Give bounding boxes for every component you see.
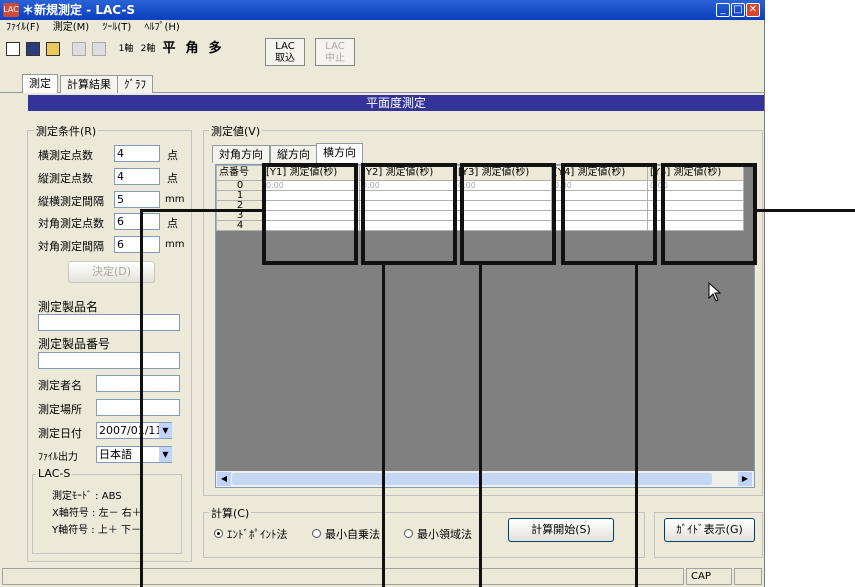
row-number: 1 [216,190,264,201]
tab-graph[interactable]: ｸﾞﾗﾌ [117,75,153,93]
highlight-box-y1 [262,163,358,265]
place-label: 測定場所 [38,403,82,416]
radio-endpoint[interactable] [214,529,223,538]
tab-calc-result[interactable]: 計算結果 [60,75,118,93]
cond-label: 縦横測定間隔 [38,195,104,208]
cond-unit: 点 [167,217,178,230]
row-number: 3 [216,210,264,221]
print-icon[interactable] [92,42,106,56]
tab-diagonal[interactable]: 対角方向 [212,145,270,163]
product-number-input[interactable] [38,352,180,369]
scroll-left-icon[interactable]: ◀ [217,472,231,486]
close-button[interactable]: ✕ [746,3,760,17]
guide-button[interactable]: ｶﾞｲﾄﾞ表示(G) [664,518,755,542]
window-title: ＊新規測定 - LAC-S [22,3,135,17]
measurer-label: 測定者名 [38,379,82,392]
menu-measure[interactable]: 測定(M) [53,22,89,33]
interval-input[interactable]: 5 [114,191,160,208]
file-output-label: ﾌｧｲﾙ出力 [38,452,78,463]
highlight-box-y3 [460,163,556,265]
menu-help[interactable]: ﾍﾙﾌﾟ(H) [144,22,179,33]
product-number-label: 測定製品番号 [38,337,111,351]
flat-mode-button[interactable]: 平 [160,40,178,58]
calc-title: 計算(C) [209,505,252,521]
mouse-cursor-icon [708,282,722,302]
chevron-down-icon[interactable]: ▼ [159,447,172,462]
minimize-button[interactable]: _ [716,3,730,17]
cond-unit: mm [165,194,185,205]
file-output-value: 日本語 [99,448,132,461]
status-pane [2,568,684,585]
leader-line-left [140,209,143,587]
page-title: 平面度測定 [28,95,764,111]
row-number: 0 [216,180,264,191]
leader-line-y2 [382,263,385,587]
cond-label: 対角測定点数 [38,217,104,230]
horizontal-scrollbar[interactable]: ◀ ▶ [216,471,754,487]
chevron-down-icon[interactable]: ▼ [159,423,172,438]
date-label: 測定日付 [38,427,82,440]
diagonal-interval-input[interactable]: 6 [114,236,160,253]
measurer-input[interactable] [96,375,180,392]
app-icon: LAC [3,3,19,17]
lac-x-sign-text: X軸符号 : 左－ 右＋ [52,508,142,519]
product-name-label: 測定製品名 [38,300,99,314]
leader-line-h-left [140,209,264,212]
cond-unit: 点 [167,172,178,185]
status-pane-2 [734,568,762,585]
toolbar: 1軸 2軸 平 角 多 LAC 取込 LAC 中止 [0,36,765,66]
menu-file[interactable]: ﾌｧｲﾙ(F) [6,22,40,33]
radio-label-min-zone[interactable]: 最小領域法 [417,526,472,542]
col-point-number: 点番号 [216,165,264,181]
leader-line-y4 [635,263,638,587]
print-preview-icon[interactable] [72,42,86,56]
menu-bar: ﾌｧｲﾙ(F) 測定(M) ﾂｰﾙ(T) ﾍﾙﾌﾟ(H) [0,20,765,36]
menu-tools[interactable]: ﾂｰﾙ(T) [102,22,131,33]
vertical-points-input[interactable]: 4 [114,168,160,185]
lac-load-button[interactable]: LAC 取込 [265,38,305,66]
lac-group-title: LAC-S [36,467,73,480]
highlight-box-y4 [561,163,657,265]
scrollbar-thumb[interactable] [232,473,712,485]
radio-least-squares[interactable] [312,529,321,538]
scroll-right-icon[interactable]: ▶ [738,472,752,486]
product-name-input[interactable] [38,314,180,331]
cond-label: 縦測定点数 [38,172,93,185]
lac-y-sign-text: Y軸符号 : 上＋ 下－ [52,525,142,536]
place-input[interactable] [96,399,180,416]
calc-start-button[interactable]: 計算開始(S) [508,518,614,542]
open-folder-icon[interactable] [46,42,60,56]
angle-mode-button[interactable]: 角 [183,40,201,58]
values-title: 測定値(V) [209,123,263,139]
date-value: 2007/01/11 [99,424,163,437]
row-number: 4 [216,220,264,231]
two-axis-button[interactable]: 2軸 [138,40,158,58]
new-file-icon[interactable] [6,42,20,56]
cond-label: 対角測定間隔 [38,240,104,253]
radio-label-least-squares[interactable]: 最小自乗法 [325,526,380,542]
one-axis-button[interactable]: 1軸 [116,40,136,58]
tab-vertical[interactable]: 縦方向 [270,145,317,163]
diagonal-points-input[interactable]: 6 [114,213,160,230]
cond-label: 横測定点数 [38,149,93,162]
tab-measure[interactable]: 測定 [22,74,58,93]
cond-unit: 点 [167,149,178,162]
cond-unit: mm [165,239,185,250]
radio-label-endpoint[interactable]: ｴﾝﾄﾞﾎﾟｲﾝﾄ法 [227,526,288,542]
lac-mode-text: 測定ﾓｰﾄﾞ : ABS [52,491,122,502]
highlight-box-y5 [661,163,757,265]
save-icon[interactable] [26,42,40,56]
leader-line-h-right [755,209,855,212]
highlight-box-y2 [361,163,457,265]
maximize-button[interactable]: □ [731,3,745,17]
leader-line-y3 [479,263,482,587]
title-bar: ＊新規測定 - LAC-S [0,0,765,20]
cap-indicator: CAP [686,568,732,585]
tab-horizontal[interactable]: 横方向 [316,143,363,164]
lac-stop-button[interactable]: LAC 中止 [315,38,355,66]
conditions-title: 測定条件(R) [34,123,99,139]
radio-min-zone[interactable] [404,529,413,538]
multi-mode-button[interactable]: 多 [206,40,224,58]
horizontal-points-input[interactable]: 4 [114,145,160,162]
